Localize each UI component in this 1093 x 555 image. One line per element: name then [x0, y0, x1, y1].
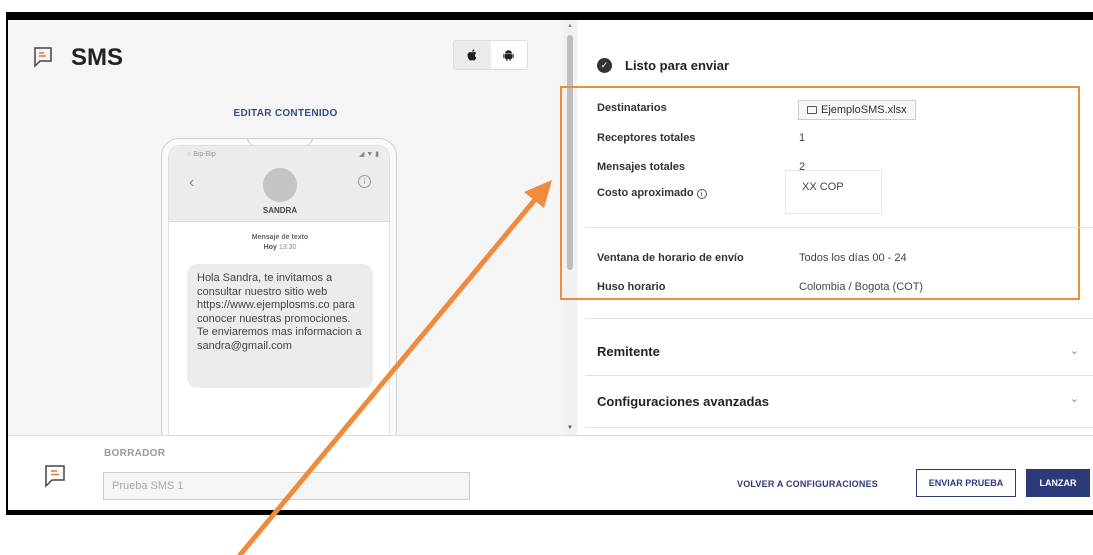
phone-mockup: ○ Bip-Bip ◢ ▼ ▮ ‹ i SANDRA Mensaje de te… — [161, 138, 397, 448]
chevron-down-icon[interactable]: ⌄ — [1070, 392, 1079, 405]
app-window: SMS EDITAR CONTENIDO ○ Bip-Bip ◢ ▼ ▮ ‹ i… — [8, 20, 1093, 510]
status-title: Listo para enviar — [625, 58, 730, 73]
back-to-settings-button[interactable]: VOLVER A CONFIGURACIONES — [737, 479, 878, 489]
info-icon: i — [358, 175, 371, 188]
phone-screen: ○ Bip-Bip ◢ ▼ ▮ ‹ i SANDRA Mensaje de te… — [168, 145, 390, 445]
carrier-label: ○ Bip-Bip — [187, 151, 216, 158]
edit-content-link[interactable]: EDITAR CONTENIDO — [8, 108, 563, 119]
os-toggle[interactable] — [453, 40, 528, 70]
conversation-header: ○ Bip-Bip ◢ ▼ ▮ ‹ i SANDRA — [169, 146, 389, 222]
divider — [585, 318, 1093, 319]
recipients-file-chip[interactable]: EjemploSMS.xlsx — [798, 100, 916, 120]
cost-value: XX COP — [785, 170, 882, 214]
status-bar-icons: ◢ ▼ ▮ — [358, 151, 379, 158]
total-receivers-value: 1 — [799, 132, 806, 144]
campaign-name-input[interactable] — [103, 472, 470, 500]
apple-option[interactable] — [454, 41, 491, 69]
page-title: SMS — [71, 44, 124, 71]
timezone-value: Colombia / Bogota (COT) — [799, 281, 924, 293]
divider — [585, 375, 1093, 376]
message-bubble: Hola Sandra, te invitamos a consultar nu… — [187, 264, 373, 388]
divider — [585, 427, 1093, 428]
footer-bar: BORRADOR VOLVER A CONFIGURACIONES ENVIAR… — [8, 435, 1093, 510]
draft-label: BORRADOR — [104, 448, 166, 459]
send-test-button[interactable]: ENVIAR PRUEBA — [916, 469, 1016, 497]
apple-icon — [467, 49, 476, 61]
message-type-label: Mensaje de texto — [251, 234, 309, 241]
folder-icon — [807, 106, 817, 114]
scroll-up-arrow-icon[interactable]: ▲ — [567, 23, 573, 29]
info-icon[interactable]: i — [696, 189, 707, 199]
android-option[interactable] — [491, 41, 528, 69]
message-icon — [45, 465, 65, 488]
avatar — [263, 168, 297, 202]
launch-button[interactable]: LANZAR — [1026, 469, 1090, 497]
contact-name: SANDRA — [262, 206, 298, 215]
summary-pane: ✓ Listo para enviar Destinatarios Ejempl… — [560, 20, 1093, 435]
message-timestamp: Hoy 13:30 — [263, 244, 297, 251]
timezone-label: Huso horario — [597, 281, 666, 293]
total-receivers-label: Receptores totales — [597, 132, 696, 144]
scroll-down-arrow-icon[interactable]: ▼ — [567, 425, 573, 431]
cost-label: Costo aproximado i — [597, 187, 707, 199]
total-messages-label: Mensajes totales — [597, 161, 686, 173]
check-circle-icon: ✓ — [597, 58, 612, 73]
sender-section[interactable]: Remitente — [597, 344, 660, 359]
advanced-settings-section[interactable]: Configuraciones avanzadas — [597, 394, 769, 409]
send-window-label: Ventana de horario de envío — [597, 252, 744, 264]
preview-pane: SMS EDITAR CONTENIDO ○ Bip-Bip ◢ ▼ ▮ ‹ i… — [8, 20, 563, 448]
message-icon — [34, 47, 52, 68]
back-chevron-icon: ‹ — [189, 174, 195, 191]
recipients-label: Destinatarios — [597, 102, 667, 114]
divider — [585, 227, 1093, 228]
chevron-down-icon[interactable]: ⌄ — [1070, 344, 1079, 357]
android-icon — [503, 50, 514, 61]
send-window-value: Todos los días 00 - 24 — [799, 252, 907, 264]
